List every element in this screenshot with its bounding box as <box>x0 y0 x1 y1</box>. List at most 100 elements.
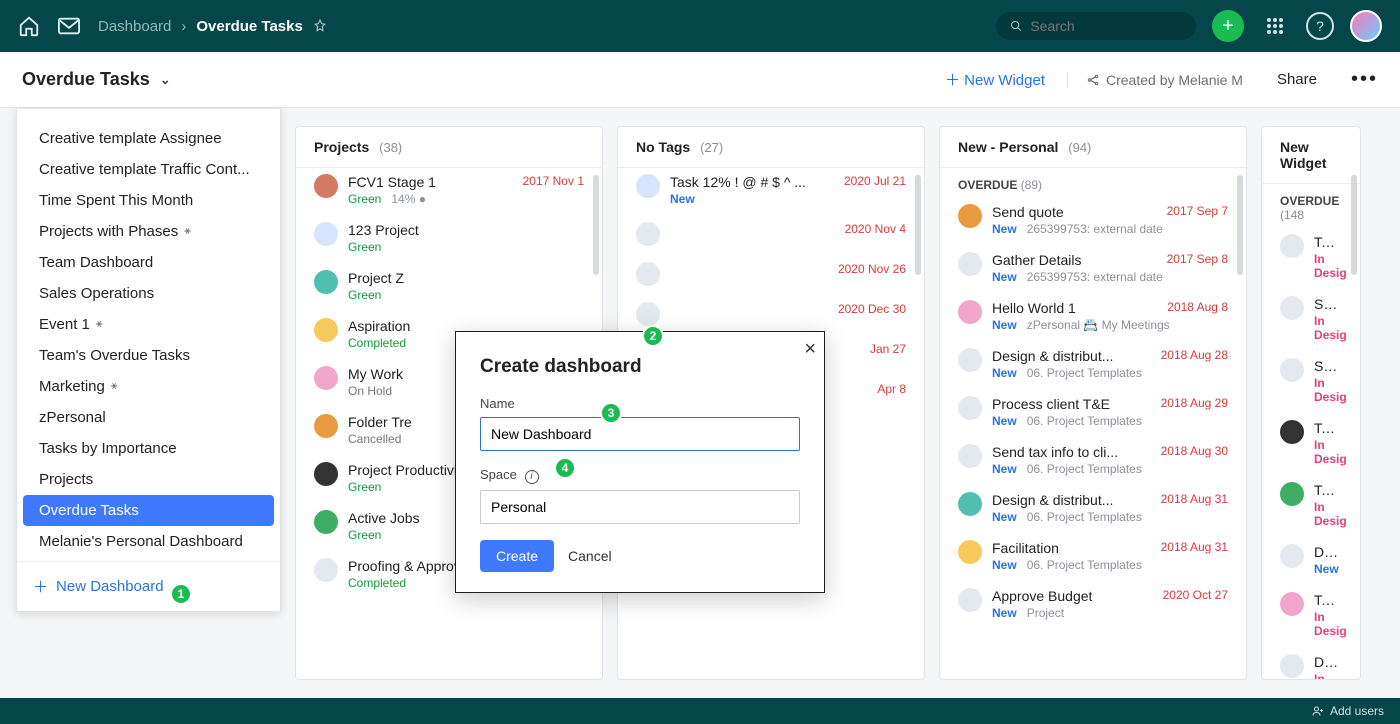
home-icon[interactable] <box>18 15 40 37</box>
item-path: 265399753: external date <box>1027 222 1163 236</box>
list-item[interactable]: DesignNew <box>1262 538 1360 586</box>
sidebar-item[interactable]: Overdue Tasks <box>23 495 274 526</box>
item-status: New <box>992 414 1017 428</box>
sidebar-item[interactable]: Sales Operations <box>23 278 274 309</box>
list-item[interactable]: Task 5In Desig <box>1262 586 1360 648</box>
item-status: New <box>992 366 1017 380</box>
apps-icon[interactable] <box>1260 11 1290 41</box>
list-item[interactable]: 2020 Nov 4 <box>618 216 924 256</box>
list-item[interactable]: DefineIn Desig <box>1262 648 1360 679</box>
list-item[interactable]: Send quote2017 Sep 7New265399753: extern… <box>940 198 1246 246</box>
dashboards-dropdown[interactable]: Creative template Assignee Creative templ… <box>16 108 281 612</box>
new-dashboard-label: New Dashboard <box>56 578 164 595</box>
list-item[interactable]: Facilitation2018 Aug 31New06. Project Te… <box>940 534 1246 582</box>
item-title: Define <box>1314 654 1342 670</box>
list-item[interactable]: Send tax info to cli...2018 Aug 30New06.… <box>940 438 1246 486</box>
list-item[interactable]: Design & distribut...2018 Aug 31New06. P… <box>940 486 1246 534</box>
item-status: In Desig <box>1314 438 1347 466</box>
list-item[interactable]: Task 2In Desig <box>1262 476 1360 538</box>
assignee-avatar <box>1280 420 1304 444</box>
sidebar-item[interactable]: Projects <box>23 464 274 495</box>
item-date: 2017 Nov 1 <box>523 174 584 188</box>
new-dashboard-button[interactable]: ＋ New Dashboard <box>17 561 280 611</box>
mail-icon[interactable] <box>58 17 80 35</box>
cancel-button[interactable]: Cancel <box>568 548 612 564</box>
add-users-button[interactable]: Add users <box>1312 704 1384 718</box>
list-item[interactable]: Gather Details2017 Sep 8New265399753: ex… <box>940 246 1246 294</box>
name-label: Name <box>480 396 800 411</box>
widget-header[interactable]: No Tags (27) <box>618 127 924 168</box>
widget-count: (38) <box>379 140 402 155</box>
more-icon[interactable]: ••• <box>1351 68 1378 91</box>
list-item[interactable]: Approve Budget2020 Oct 27NewProject <box>940 582 1246 630</box>
list-item[interactable]: Process client T&E2018 Aug 29New06. Proj… <box>940 390 1246 438</box>
breadcrumb-root[interactable]: Dashboard <box>98 18 171 35</box>
sidebar-item-label: Team Dashboard <box>39 254 153 271</box>
page-title[interactable]: Overdue Tasks ⌄ <box>22 69 171 90</box>
item-status: On Hold <box>348 384 392 398</box>
user-avatar[interactable] <box>1350 10 1382 42</box>
chevron-down-icon: ⌄ <box>160 72 171 88</box>
help-icon[interactable]: ? <box>1306 12 1334 40</box>
space-input[interactable] <box>480 490 800 524</box>
info-icon[interactable]: i <box>525 470 539 484</box>
create-button[interactable]: Create <box>480 540 554 572</box>
sidebar-item[interactable]: zPersonal <box>23 402 274 433</box>
overdue-count: (148 <box>1280 208 1304 222</box>
list-item[interactable]: Task 12% ! @ # $ ^ ...2020 Jul 21New <box>618 168 924 216</box>
item-status: Green <box>348 528 381 542</box>
close-icon[interactable]: × <box>804 338 816 361</box>
item-title: Project Z <box>348 270 404 286</box>
new-widget-button[interactable]: ＋ New Widget <box>945 69 1045 90</box>
sidebar-item[interactable]: Projects with Phases⚹ <box>23 216 274 247</box>
search-input[interactable] <box>1030 18 1182 34</box>
sidebar-item[interactable]: Time Spent This Month <box>23 185 274 216</box>
widget-header[interactable]: New Widget <box>1262 127 1360 184</box>
breadcrumb-current[interactable]: Overdue Tasks <box>196 18 302 35</box>
widget-header[interactable]: Projects (38) <box>296 127 602 168</box>
list-item[interactable]: Hello World 12018 Aug 8NewzPersonal 📇 My… <box>940 294 1246 342</box>
sidebar-item[interactable]: Event 1⚹ <box>23 309 274 340</box>
list-item[interactable]: Task 1 In Desig <box>1262 414 1360 476</box>
sidebar-item[interactable]: Creative template Assignee <box>23 123 274 154</box>
list-item[interactable]: Toss SaIn Desig <box>1262 228 1360 290</box>
list-item[interactable]: 123 ProjectGreen <box>296 216 602 264</box>
item-title: Project Productivity <box>348 462 468 478</box>
item-title: Task 1 <box>1314 420 1342 436</box>
sidebar-item[interactable]: Tasks by Importance <box>23 433 274 464</box>
list-item[interactable]: Project ZGreen <box>296 264 602 312</box>
create-button[interactable]: + <box>1212 10 1244 42</box>
list-item[interactable]: Design & distribut...2018 Aug 28New06. P… <box>940 342 1246 390</box>
item-path: Project <box>1027 606 1064 620</box>
list-item[interactable]: Shift BIn Desig <box>1262 352 1360 414</box>
pin-icon[interactable] <box>313 19 327 33</box>
item-title: Aspiration <box>348 318 410 334</box>
item-status: New <box>992 462 1017 476</box>
search-box[interactable] <box>996 12 1196 40</box>
item-title: Active Jobs <box>348 510 420 526</box>
sidebar-item[interactable]: Marketing⚹ <box>23 371 274 402</box>
item-title: Design & distribut... <box>992 492 1113 508</box>
sidebar-item[interactable]: Melanie's Personal Dashboard <box>23 526 274 557</box>
item-title: Send quote <box>992 204 1064 220</box>
sidebar-item[interactable]: Team's Overdue Tasks <box>23 340 274 371</box>
assignee-avatar <box>958 300 982 324</box>
list-item[interactable]: Shift AIn Desig <box>1262 290 1360 352</box>
callout-3: 3 <box>600 402 622 424</box>
assignee-avatar <box>314 174 338 198</box>
breadcrumb-sep: › <box>181 18 186 35</box>
sidebar-item[interactable]: Creative template Traffic Cont... <box>23 154 274 185</box>
callout-4: 4 <box>554 457 576 479</box>
list-item[interactable]: 2020 Nov 26 <box>618 256 924 296</box>
share-button[interactable]: Share <box>1265 65 1329 94</box>
footer: Add users <box>0 698 1400 724</box>
list-item[interactable]: FCV1 Stage 12017 Nov 1Green14% ● <box>296 168 602 216</box>
sidebar-item-label: Overdue Tasks <box>39 502 139 519</box>
widget-header[interactable]: New - Personal (94) <box>940 127 1246 168</box>
item-date: 2018 Aug 29 <box>1161 396 1228 410</box>
sidebar-item-label: Creative template Assignee <box>39 130 222 147</box>
sidebar-item[interactable]: Team Dashboard <box>23 247 274 278</box>
name-input[interactable] <box>480 417 800 451</box>
search-icon <box>1010 19 1022 33</box>
list-item[interactable]: 2020 Dec 30 <box>618 296 924 336</box>
